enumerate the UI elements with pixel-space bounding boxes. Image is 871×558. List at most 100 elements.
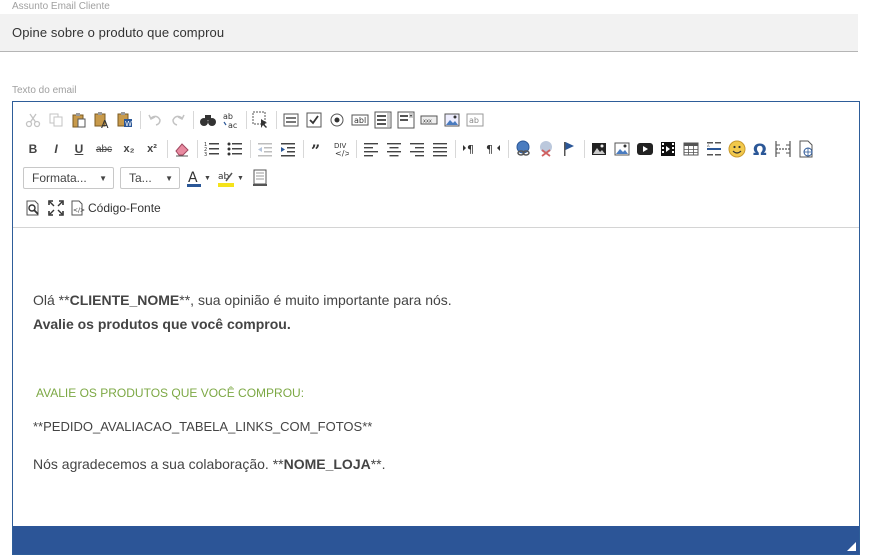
source-code-button[interactable]: </> Código-Fonte — [69, 200, 161, 216]
table-icon[interactable] — [681, 139, 701, 159]
unlink-icon[interactable] — [536, 139, 556, 159]
textarea-icon[interactable] — [373, 110, 393, 130]
svg-text:¶: ¶ — [467, 143, 474, 156]
outdent-icon[interactable] — [255, 139, 275, 159]
copy-icon[interactable] — [46, 110, 66, 130]
hidden-field-icon[interactable]: ab — [465, 110, 485, 130]
paste-text-icon[interactable]: A — [92, 110, 112, 130]
preview-icon[interactable] — [23, 198, 43, 218]
textfield-icon[interactable]: abl — [350, 110, 370, 130]
bulleted-list-icon[interactable] — [225, 139, 245, 159]
maximize-icon[interactable] — [46, 198, 66, 218]
undo-icon[interactable] — [145, 110, 165, 130]
radio-icon[interactable] — [327, 110, 347, 130]
format-dropdown-label: Formata... — [32, 171, 87, 185]
subscript-button[interactable]: x₂ — [119, 139, 139, 159]
blockquote-icon[interactable]: ” — [308, 139, 328, 159]
checkbox-icon[interactable] — [304, 110, 324, 130]
svg-text:¶: ¶ — [486, 143, 493, 156]
video-icon[interactable] — [658, 139, 678, 159]
separator — [140, 111, 141, 129]
paste-word-icon[interactable]: W — [115, 110, 135, 130]
svg-text:</>: </> — [73, 207, 85, 214]
page-break-icon[interactable] — [773, 139, 793, 159]
italic-button[interactable]: I — [46, 139, 66, 159]
svg-text:A: A — [707, 143, 710, 148]
svg-text:xxx: xxx — [423, 119, 432, 125]
indent-icon[interactable] — [278, 139, 298, 159]
link-icon[interactable] — [513, 139, 533, 159]
cut-icon[interactable] — [23, 110, 43, 130]
iframe-icon[interactable] — [796, 139, 816, 159]
editor-toolbar: A W ab ac abl xxx ab B I U abc x₂ x² 1 2… — [13, 102, 859, 228]
svg-text:”: ” — [311, 141, 320, 157]
underline-button[interactable]: U — [69, 139, 89, 159]
separator — [197, 140, 198, 158]
separator — [167, 140, 168, 158]
horizontal-rule-icon[interactable]: A — [704, 139, 724, 159]
size-dropdown-label: Ta... — [129, 171, 152, 185]
select-icon[interactable] — [396, 110, 416, 130]
svg-text:A: A — [101, 118, 109, 129]
subject-value[interactable]: Opine sobre o produto que comprou — [12, 25, 224, 40]
toolbar-row-2: B I U abc x₂ x² 123 ” DIV </> ¶ ¶ A Ω — [23, 137, 819, 161]
format-dropdown[interactable]: Formata... ▼ — [23, 167, 114, 189]
align-left-icon[interactable] — [361, 139, 381, 159]
show-blocks-icon[interactable] — [250, 168, 270, 188]
special-char-icon[interactable]: Ω — [750, 139, 770, 159]
separator — [250, 140, 251, 158]
ltr-icon[interactable]: ¶ — [460, 139, 480, 159]
create-div-icon[interactable]: DIV </> — [331, 139, 351, 159]
image-button-icon[interactable] — [442, 110, 462, 130]
bold-button[interactable]: B — [23, 139, 43, 159]
editor-statusbar — [13, 526, 859, 554]
text-color-icon: A — [187, 170, 201, 187]
size-dropdown[interactable]: Ta... ▼ — [120, 167, 180, 189]
select-all-icon[interactable] — [251, 110, 271, 130]
align-center-icon[interactable] — [384, 139, 404, 159]
align-right-icon[interactable] — [407, 139, 427, 159]
review-prompt-line: Avalie os produtos que você comprou. — [33, 316, 291, 332]
rtl-icon[interactable]: ¶ — [483, 139, 503, 159]
smiley-icon[interactable] — [727, 139, 747, 159]
chevron-down-icon: ▼ — [165, 173, 173, 183]
chevron-down-icon: ▼ — [236, 174, 244, 182]
svg-text:ab: ab — [469, 116, 479, 125]
chevron-down-icon: ▼ — [204, 174, 211, 182]
background-color-button[interactable]: ab ▼ — [217, 169, 244, 187]
svg-text:ab: ab — [223, 112, 233, 121]
svg-text:Ω: Ω — [753, 141, 767, 157]
redo-icon[interactable] — [168, 110, 188, 130]
subject-label: Assunto Email Cliente — [12, 1, 110, 12]
numbered-list-icon[interactable]: 123 — [202, 139, 222, 159]
anchor-icon[interactable] — [559, 139, 579, 159]
links-placeholder-line: **PEDIDO_AVALIACAO_TABELA_LINKS_COM_FOTO… — [33, 419, 373, 434]
review-heading: AVALIE OS PRODUTOS QUE VOCÊ COMPROU: — [36, 386, 305, 400]
separator — [276, 111, 277, 129]
text-color-button[interactable]: A ▼ — [186, 169, 211, 187]
button-icon[interactable]: xxx — [419, 110, 439, 130]
form-icon[interactable] — [281, 110, 301, 130]
separator — [584, 140, 585, 158]
rich-text-editor[interactable]: A W ab ac abl xxx ab B I U abc x₂ x² 1 2… — [12, 101, 860, 555]
youtube-icon[interactable] — [635, 139, 655, 159]
paste-icon[interactable] — [69, 110, 89, 130]
svg-text:</>: </> — [335, 149, 349, 158]
align-justify-icon[interactable] — [430, 139, 450, 159]
subject-input[interactable]: Opine sobre o produto que comprou — [0, 14, 858, 52]
separator — [246, 111, 247, 129]
find-icon[interactable] — [198, 110, 218, 130]
svg-text:abl: abl — [354, 116, 366, 125]
thanks-line: Nós agradecemos a sua colaboração. **NOM… — [33, 456, 386, 472]
image-alt-icon[interactable] — [612, 139, 632, 159]
highlight-icon: ab — [217, 172, 234, 187]
superscript-button[interactable]: x² — [142, 139, 162, 159]
image-icon[interactable] — [589, 139, 609, 159]
resize-handle-icon[interactable] — [847, 542, 856, 551]
toolbar-row-3: Formata... ▼ Ta... ▼ A ▼ ab ▼ — [23, 166, 273, 190]
strikethrough-button[interactable]: abc — [92, 139, 116, 159]
separator — [455, 140, 456, 158]
replace-icon[interactable]: ab ac — [221, 110, 241, 130]
source-code-label: Código-Fonte — [88, 201, 161, 215]
eraser-icon[interactable] — [172, 139, 192, 159]
